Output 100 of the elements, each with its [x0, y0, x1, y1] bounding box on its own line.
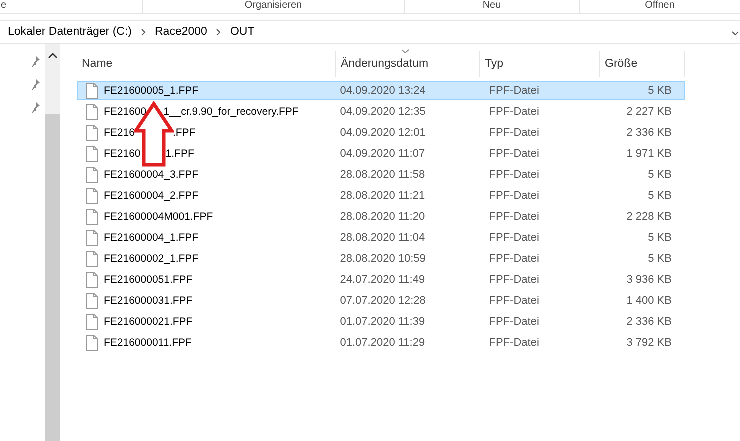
size-cell-text: 1 400 KB: [626, 294, 673, 306]
date-cell-text: 07.07.2020 12:28: [339, 294, 427, 306]
breadcrumb[interactable]: Lokaler Datenträger (C:): [8, 26, 132, 38]
file-icon: [86, 250, 98, 266]
file-row[interactable]: FE21600005_1.FPF 04.09.2020 13:24 FPF-Datei 5 KB: [77, 81, 685, 100]
date-cell-text: 01.07.2020 11:29: [339, 336, 426, 348]
type-cell-text: FPF-Datei: [488, 336, 540, 348]
type-cell-text: FPF-Datei: [488, 252, 540, 264]
date-cell-text: 04.09.2020 12:01: [339, 126, 427, 138]
file-name: FE21600004_2.FPF: [104, 190, 199, 202]
file-name: FE216000031.FPF: [104, 294, 193, 306]
date-cell-text: 28.08.2020 11:20: [339, 210, 426, 222]
file-name: 1__cr.9.90_for_recovery.FPF: [164, 106, 299, 118]
date-cell-text: 28.08.2020 11:04: [339, 232, 426, 244]
breadcrumb[interactable]: Race2000: [155, 26, 208, 38]
breadcrumb[interactable]: OUT: [230, 26, 255, 38]
file-row[interactable]: FE21600002_1.FPF 28.08.2020 10:59 FPF-Datei 5 KB: [77, 249, 685, 268]
column-header[interactable]: Name: [77, 51, 336, 77]
file-icon: [86, 188, 98, 204]
size-cell-text: 5 KB: [647, 252, 673, 264]
file-row[interactable]: FE21600004M001.FPF 28.08.2020 11:20 FPF-Datei 2 228 KB: [77, 207, 685, 226]
type-cell-text: FPF-Datei: [488, 126, 540, 138]
pin-icon[interactable]: [29, 55, 41, 67]
file-row[interactable]: FE216000031.FPF 07.07.2020 12:28 FPF-Datei 1 400 KB: [77, 291, 685, 310]
scroll-up-icon[interactable]: [48, 52, 58, 59]
file-row[interactable]: FE216000051.FPF 24.07.2020 11:49 FPF-Datei 3 936 KB: [77, 270, 685, 289]
size-cell-text: 1 971 KB: [626, 148, 673, 160]
type-cell-text: FPF-Datei: [488, 210, 540, 222]
address-bar[interactable]: Lokaler Datenträger (C:) Race2000 OUT: [0, 20, 740, 44]
file-name: 1.FPF: [166, 148, 194, 160]
file-icon: [86, 82, 98, 98]
file-icon: [86, 166, 98, 182]
file-row[interactable]: FE216000011.FPF 01.07.2020 11:29 FPF-Datei 3 792 KB: [77, 333, 685, 352]
scrollbar-thumb[interactable]: [45, 114, 60, 441]
file-name: FE21600002_1.FPF: [104, 252, 199, 264]
date-cell-text: 24.07.2020 11:49: [339, 274, 426, 286]
date-cell-text: 28.08.2020 10:59: [339, 252, 427, 264]
sort-icon: [401, 49, 410, 54]
file-name: FE216: [104, 126, 135, 138]
pin-icon[interactable]: [29, 101, 41, 113]
file-name: FE216000011.FPF: [104, 336, 192, 348]
chevron-icon: [141, 28, 146, 36]
file-name: FE21600004_3.FPF: [104, 168, 199, 180]
file-name: FE216000021.FPF: [104, 316, 193, 328]
ribbon-group-label: Öffnen: [645, 0, 675, 12]
file-row[interactable]: FE21600004_1.FPF 28.08.2020 11:04 FPF-Datei 5 KB: [77, 228, 685, 247]
type-cell-text: FPF-Datei: [488, 168, 540, 180]
date-cell-text: 28.08.2020 11:21: [339, 190, 426, 202]
date-cell-text: 01.07.2020 11:39: [339, 316, 426, 328]
chevron-icon: [216, 28, 222, 36]
scrollbar[interactable]: [45, 44, 60, 441]
date-cell-text: 04.09.2020 13:24: [339, 84, 427, 96]
file-name: FE21600004M001.FPF: [104, 210, 214, 222]
size-cell-text: 3 936 KB: [626, 274, 673, 286]
ribbon-group-label: Organisieren: [244, 0, 302, 12]
type-cell-text: FPF-Datei: [488, 232, 540, 244]
file-name: FE216000051.FPF: [104, 274, 193, 286]
size-cell-text: 2 227 KB: [626, 106, 673, 118]
type-cell-text: FPF-Datei: [488, 294, 540, 306]
file-row[interactable]: FE21600004_3.FPF 28.08.2020 11:58 FPF-Datei 5 KB: [77, 165, 685, 184]
ribbon-group-label: Neu: [482, 0, 502, 12]
file-icon: [86, 208, 98, 224]
file-icon: [86, 334, 98, 350]
file-name: FE2160: [104, 148, 141, 160]
pin-icon[interactable]: [29, 78, 41, 90]
size-cell-text: 2 336 KB: [626, 316, 673, 328]
size-cell-text: 3 792 KB: [626, 336, 673, 348]
size-cell-text: 2 336 KB: [626, 126, 673, 138]
file-icon: [86, 272, 98, 288]
size-cell-text: 5 KB: [647, 84, 673, 96]
file-name: FE21600005_1.FPF: [104, 84, 199, 96]
dropdown-icon[interactable]: [732, 31, 739, 36]
type-cell-text: FPF-Datei: [488, 274, 540, 286]
column-header[interactable]: Typ: [480, 51, 600, 77]
file-row[interactable]: FE2160 1.FPF 04.09.2020 11:07 FPF-Datei 1 971 KB: [77, 144, 685, 163]
file-row[interactable]: FE216000021.FPF 01.07.2020 11:39 FPF-Datei 2 336 KB: [77, 312, 685, 331]
type-cell-text: FPF-Datei: [488, 106, 540, 118]
file-icon: [86, 124, 98, 140]
file-row[interactable]: FE21600004_2.FPF 28.08.2020 11:21 FPF-Datei 5 KB: [77, 186, 685, 205]
column-header[interactable]: Größe: [600, 51, 685, 77]
type-cell-text: FPF-Datei: [488, 316, 540, 328]
column-header[interactable]: Änderungsdatum: [336, 51, 480, 77]
ribbon-group-label: e: [1, 0, 7, 12]
date-cell-text: 04.09.2020 11:07: [339, 148, 426, 160]
file-icon: [86, 104, 98, 120]
file-icon: [86, 230, 98, 246]
file-icon: [86, 292, 98, 308]
type-cell-text: FPF-Datei: [488, 84, 540, 96]
size-cell-text: 2 228 KB: [626, 210, 673, 222]
file-icon: [86, 314, 98, 330]
file-name: FE21600004_1.FPF: [104, 232, 199, 244]
file-icon: [86, 146, 98, 162]
file-row[interactable]: FE21600 1__cr.9.90_for_recovery.FPF 04.09.2020 12:35 FPF-Datei 2 227 KB: [77, 102, 685, 121]
date-cell-text: 04.09.2020 12:35: [339, 106, 427, 118]
type-cell-text: FPF-Datei: [488, 190, 540, 202]
size-cell-text: 5 KB: [647, 168, 673, 180]
file-name: .FPF: [172, 126, 196, 138]
type-cell-text: FPF-Datei: [488, 148, 540, 160]
size-cell-text: 5 KB: [647, 232, 673, 244]
file-row[interactable]: FE216 .FPF 04.09.2020 12:01 FPF-Datei 2 336 KB: [77, 123, 685, 142]
